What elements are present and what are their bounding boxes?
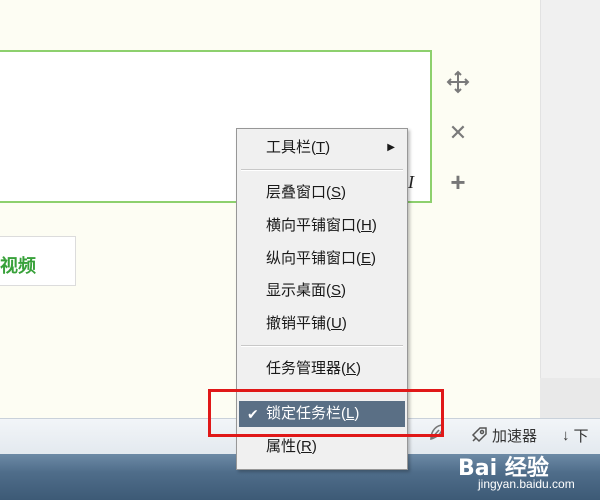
menu-item-suffix: ) [341,282,347,299]
menu-item-label: 工具栏( [266,139,316,156]
menu-item-suffix: ) [371,250,377,267]
plus-icon[interactable]: + [446,169,470,195]
accelerator-label: 加速器 [492,427,538,445]
menu-item-label: 横向平铺窗口( [266,217,361,234]
menu-separator [241,169,403,171]
menu-item-task-manager[interactable]: 任务管理器(K) [239,356,405,382]
menu-item-tile-horizontal[interactable]: 横向平铺窗口(H) [239,213,405,239]
menu-item-properties[interactable]: 属性(R) [239,434,405,460]
menu-item-label: 纵向平铺窗口( [266,250,361,267]
menu-item-key: S [331,184,342,201]
menu-item-show-desktop[interactable]: 显示桌面(S) [239,278,405,304]
menu-item-undo-tile[interactable]: 撤销平铺(U) [239,311,405,337]
menu-item-suffix: ) [356,360,362,377]
menu-item-suffix: ) [325,139,331,156]
menu-item-suffix: ) [371,217,377,234]
menu-item-label: 撤销平铺( [266,315,331,332]
menu-item-label: 任务管理器( [266,360,346,377]
rocket-icon [471,427,487,443]
italic-button[interactable]: I [408,172,424,192]
submenu-arrow-icon: ▶ [387,142,395,153]
video-tab-label: 视频 [0,256,36,276]
menu-item-key: E [361,250,372,267]
baidu-jingyan-watermark: Bai 经验 jingyan.baidu.com [440,446,600,500]
move-icon[interactable] [446,70,470,94]
menu-item-key: H [361,217,372,234]
scrollbar-area[interactable] [540,378,600,418]
download-button[interactable]: ↓ 下 [562,424,589,446]
accelerator-button[interactable]: 加速器 [470,424,537,446]
watermark-url: jingyan.baidu.com [478,477,575,491]
menu-item-cascade[interactable]: 层叠窗口(S) [239,180,405,206]
menu-item-key: S [331,282,342,299]
menu-item-label: 属性( [266,438,301,455]
menu-item-key: K [346,360,357,377]
menu-item-tile-vertical[interactable]: 纵向平铺窗口(E) [239,246,405,272]
right-gutter [540,0,600,418]
menu-item-suffix: ) [341,184,347,201]
menu-item-suffix: ) [341,315,347,332]
menu-item-key: U [331,315,342,332]
download-arrow-icon: ↓ [562,426,570,444]
highlight-annotation-frame [208,389,444,437]
menu-item-key: T [316,139,326,156]
menu-item-label: 显示桌面( [266,282,331,299]
menu-item-label: 层叠窗口( [266,184,331,201]
menu-item-toolbar[interactable]: 工具栏(T) ▶ [239,135,405,161]
menu-separator [241,345,403,347]
close-icon[interactable]: ✕ [446,121,470,145]
download-label: 下 [573,427,589,445]
menu-item-suffix: ) [311,438,317,455]
menu-item-key: R [301,438,312,455]
